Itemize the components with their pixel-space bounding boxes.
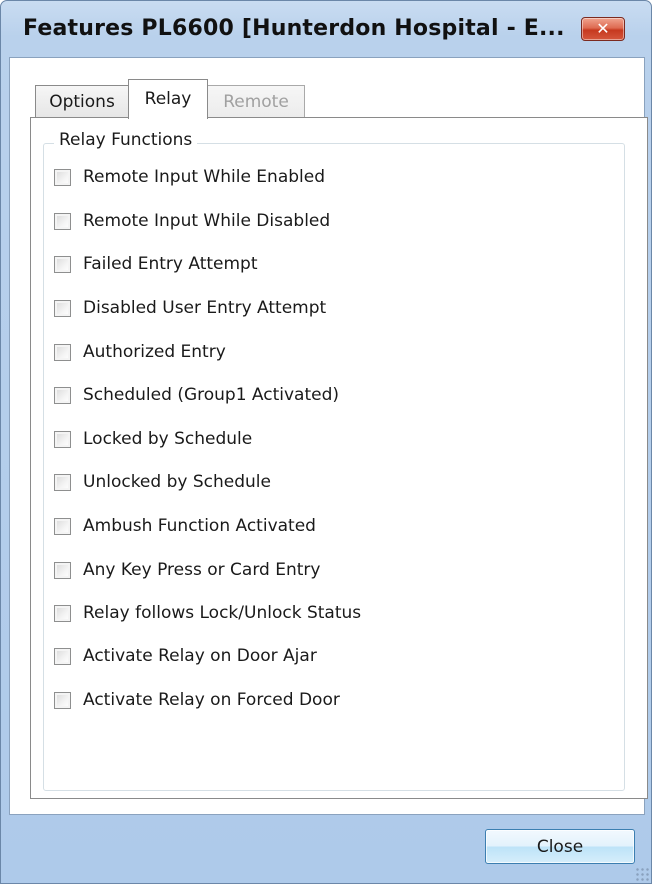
checkbox-activate-relay-on-forced-door[interactable]: Activate Relay on Forced Door: [54, 688, 340, 712]
checkbox-label: Any Key Press or Card Entry: [83, 560, 321, 580]
checkbox-any-key-press-or-card-entry[interactable]: Any Key Press or Card Entry: [54, 558, 320, 582]
checkbox-box[interactable]: [54, 168, 71, 186]
tab-options-label: Options: [49, 91, 115, 112]
checkbox-box[interactable]: [54, 604, 71, 622]
close-button-label: Close: [536, 836, 584, 857]
tab-remote: Remote: [207, 85, 305, 117]
checkbox-box[interactable]: [54, 255, 71, 273]
checkbox-remote-input-while-enabled[interactable]: Remote Input While Enabled: [54, 165, 325, 189]
checkbox-label: Activate Relay on Forced Door: [83, 690, 340, 710]
checkbox-unlocked-by-schedule[interactable]: Unlocked by Schedule: [54, 470, 271, 494]
checkbox-box[interactable]: [54, 647, 71, 665]
checkbox-activate-relay-on-door-ajar[interactable]: Activate Relay on Door Ajar: [54, 644, 317, 668]
checkbox-remote-input-while-disabled[interactable]: Remote Input While Disabled: [54, 209, 330, 233]
tab-relay-label: Relay: [144, 89, 192, 109]
checkbox-label: Unlocked by Schedule: [83, 472, 271, 492]
checkbox-box[interactable]: [54, 691, 71, 709]
checkbox-scheduled-group1-activated[interactable]: Scheduled (Group1 Activated): [54, 383, 339, 407]
checkbox-relay-follows-lock-unlock-status[interactable]: Relay follows Lock/Unlock Status: [54, 601, 361, 625]
checkbox-disabled-user-entry-attempt[interactable]: Disabled User Entry Attempt: [54, 296, 326, 320]
tab-remote-label: Remote: [223, 91, 289, 112]
title-bar[interactable]: Features PL6600 [Hunterdon Hospital - E.…: [1, 1, 651, 57]
checkbox-box[interactable]: [54, 212, 71, 230]
tab-relay[interactable]: Relay: [128, 79, 208, 119]
dialog-body: Options Relay Remote Relay Functions Rem…: [9, 57, 648, 815]
relay-tab-panel: Relay Functions Remote Input While Enabl…: [30, 117, 648, 799]
checkbox-label: Disabled User Entry Attempt: [83, 298, 327, 318]
checkbox-locked-by-schedule[interactable]: Locked by Schedule: [54, 427, 252, 451]
tab-options[interactable]: Options: [35, 85, 129, 117]
window-title: Features PL6600 [Hunterdon Hospital - E.…: [23, 16, 565, 41]
checkbox-label: Relay follows Lock/Unlock Status: [83, 603, 362, 623]
checkbox-label: Remote Input While Disabled: [83, 211, 331, 231]
relay-functions-legend: Relay Functions: [54, 130, 198, 150]
resize-grip-icon[interactable]: [635, 867, 649, 881]
checkbox-box[interactable]: [54, 561, 71, 579]
checkbox-failed-entry-attempt[interactable]: Failed Entry Attempt: [54, 252, 258, 276]
checkbox-label: Scheduled (Group1 Activated): [83, 385, 340, 405]
checkbox-label: Authorized Entry: [83, 342, 226, 362]
checkbox-label: Activate Relay on Door Ajar: [83, 646, 317, 666]
checkbox-box[interactable]: [54, 299, 71, 317]
close-icon: ✕: [596, 19, 610, 38]
relay-functions-group: Relay Functions Remote Input While Enabl…: [43, 130, 625, 791]
checkbox-box[interactable]: [54, 343, 71, 361]
checkbox-ambush-function-activated[interactable]: Ambush Function Activated: [54, 514, 316, 538]
window-close-button[interactable]: ✕: [581, 17, 625, 41]
checkbox-box[interactable]: [54, 517, 71, 535]
checkbox-label: Locked by Schedule: [83, 429, 253, 449]
checkbox-label: Remote Input While Enabled: [83, 167, 326, 187]
checkbox-box[interactable]: [54, 386, 71, 404]
checkbox-box[interactable]: [54, 473, 71, 491]
checkbox-label: Failed Entry Attempt: [83, 254, 258, 274]
checkbox-authorized-entry[interactable]: Authorized Entry: [54, 340, 226, 364]
features-dialog: Features PL6600 [Hunterdon Hospital - E.…: [0, 0, 652, 884]
checkbox-label: Ambush Function Activated: [83, 516, 316, 536]
checkbox-box[interactable]: [54, 430, 71, 448]
close-button[interactable]: Close: [485, 829, 635, 864]
